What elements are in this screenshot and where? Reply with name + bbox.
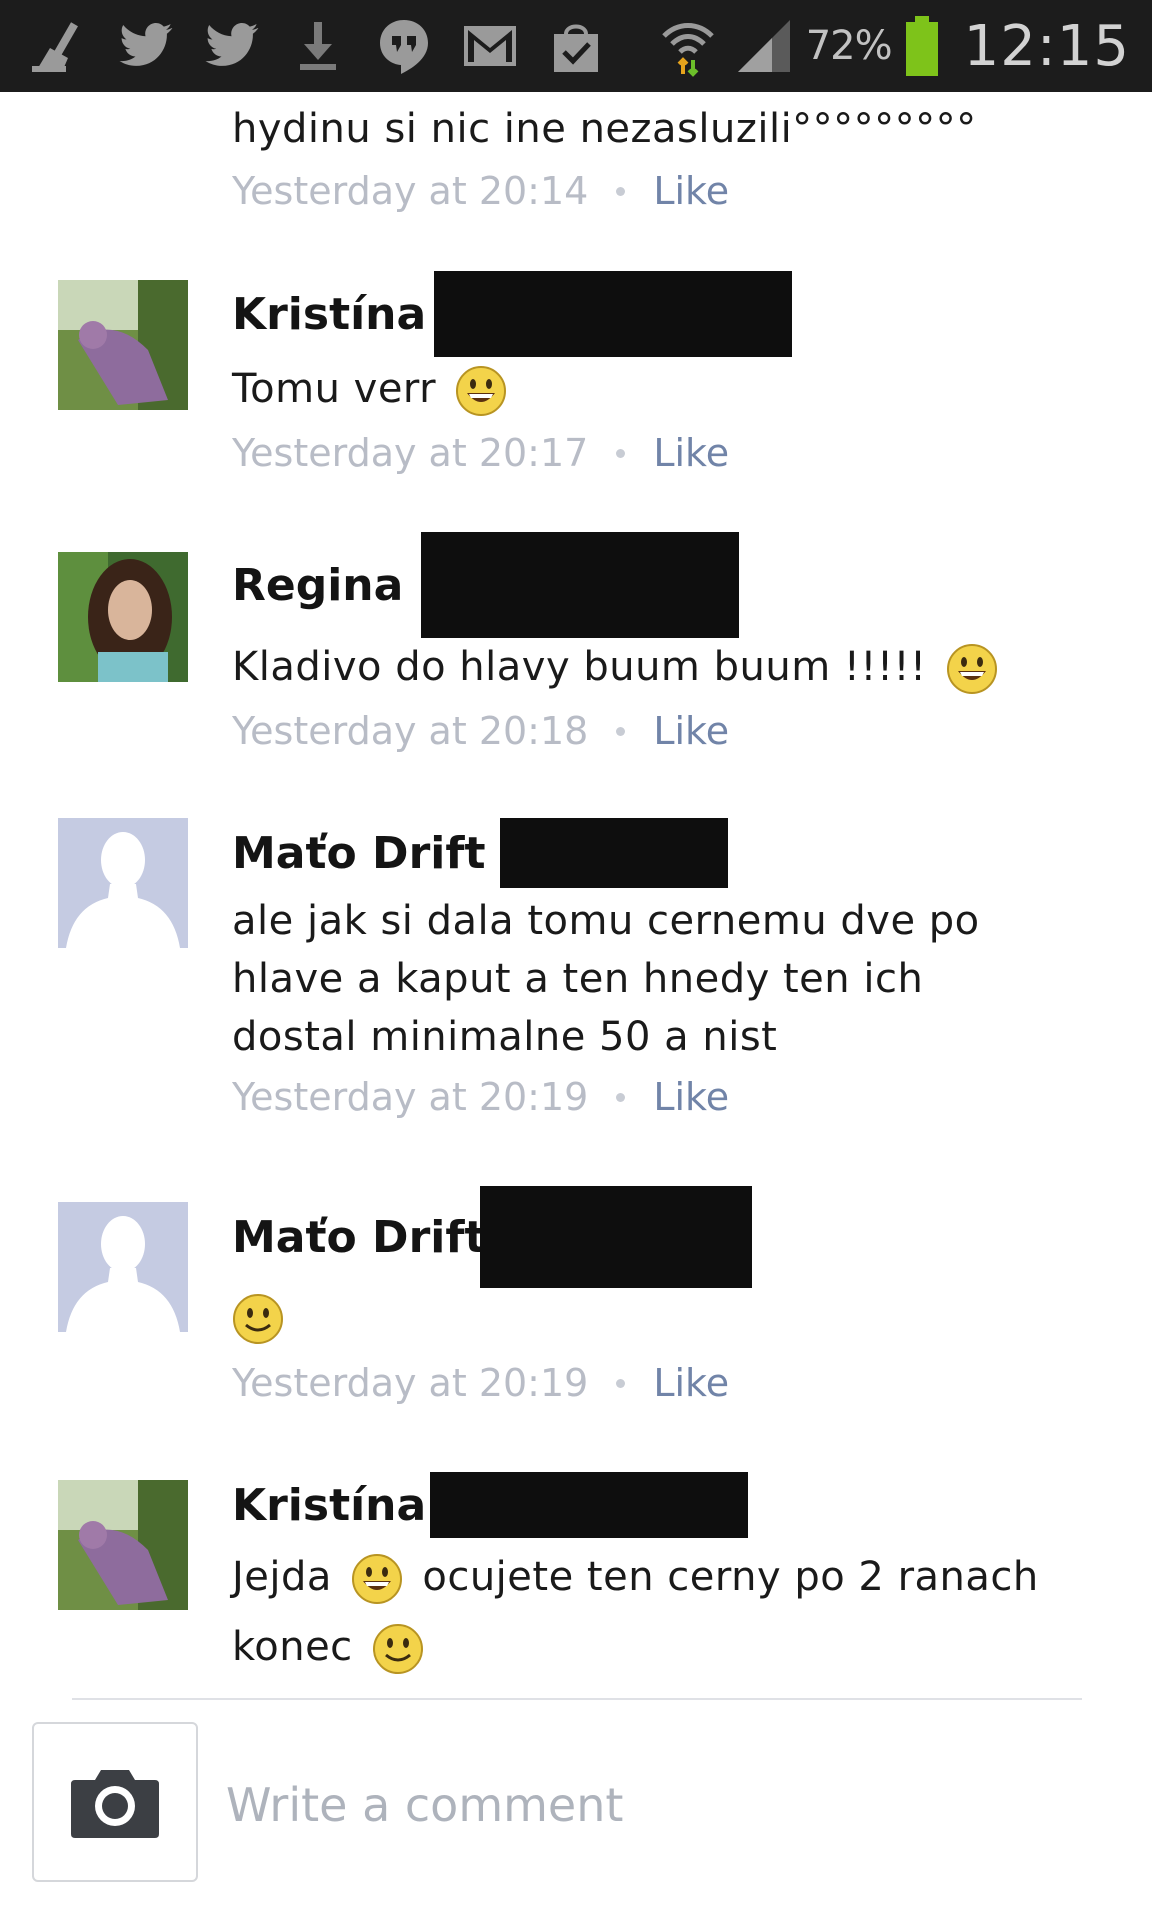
hangouts-icon xyxy=(370,12,438,80)
comment-body: Kristína Jejda ocujete ten cerny po 2 ra… xyxy=(232,1472,1092,1682)
default-avatar[interactable] xyxy=(58,1202,188,1332)
status-bar: 72% 12:15 xyxy=(0,0,1152,92)
comment-text: Jejda ocujete ten cerny po 2 ranach kone… xyxy=(232,1542,1072,1682)
redaction-box xyxy=(430,1472,749,1538)
comment-timestamp: Yesterday at 20:17 xyxy=(232,431,589,475)
grin-emoji-icon xyxy=(351,1553,403,1605)
separator-dot xyxy=(616,186,626,196)
comment-body: Regina Kladivo do hlavy buum buum !!!!! … xyxy=(232,532,1092,762)
like-link[interactable]: Like xyxy=(653,431,729,475)
comment-meta: Yesterday at 20:19 Like xyxy=(232,1066,1092,1128)
commenter-name[interactable]: Kristína xyxy=(232,289,426,340)
composer-divider xyxy=(72,1698,1082,1700)
download-icon xyxy=(284,12,352,80)
camera-icon xyxy=(71,1770,159,1838)
like-link[interactable]: Like xyxy=(653,709,729,753)
separator-dot xyxy=(616,726,626,736)
battery-percent: 72% xyxy=(805,23,893,69)
twitter-icon xyxy=(112,12,180,80)
avatar[interactable] xyxy=(58,1480,188,1610)
comment-text: ale jak si dala tomu cernemu dve po hlav… xyxy=(232,898,980,1060)
broom-icon xyxy=(26,12,94,80)
avatar[interactable] xyxy=(58,280,188,410)
comment-body: Maťo Drift Yesterday at 20:19 Like xyxy=(232,1186,1092,1414)
smile-emoji-icon xyxy=(232,1293,284,1345)
commenter-name[interactable]: Regina xyxy=(232,560,403,611)
comment-timestamp: Yesterday at 20:19 xyxy=(232,1361,589,1405)
grin-emoji-icon xyxy=(946,643,998,695)
like-link[interactable]: Like xyxy=(653,1361,729,1405)
redaction-box xyxy=(479,1186,752,1288)
comment-body: Maťo Drift ale jak si dala tomu cernemu … xyxy=(232,818,1092,1128)
commenter-name[interactable]: Kristína xyxy=(232,1480,426,1531)
comment-meta: Yesterday at 20:14 Like xyxy=(232,160,1092,222)
comment-meta: Yesterday at 20:19 Like xyxy=(232,1352,1092,1414)
clock: 12:15 xyxy=(963,13,1130,79)
shopping-bag-icon xyxy=(542,12,610,80)
like-link[interactable]: Like xyxy=(653,1075,729,1119)
camera-button[interactable] xyxy=(32,1722,198,1882)
comment-text xyxy=(232,1288,1092,1352)
comment-timestamp: Yesterday at 20:18 xyxy=(232,709,589,753)
comment-text: Tomu verr xyxy=(232,360,1092,422)
separator-dot xyxy=(616,1092,626,1102)
wifi-icon xyxy=(654,12,722,80)
comment-body: Kristína Tomu verr Yesterday at 20:17 Li… xyxy=(232,268,1092,484)
commenter-name[interactable]: Maťo Drift xyxy=(232,1212,486,1263)
comment-text: Kladivo do hlavy buum buum !!!!! xyxy=(232,638,1092,700)
comment-text: hydinu si nic ine nezasluzili°°°°°°°°° xyxy=(232,106,977,152)
comment-input[interactable] xyxy=(226,1760,1106,1850)
signal-icon xyxy=(730,12,798,80)
comment-timestamp: Yesterday at 20:19 xyxy=(232,1075,589,1119)
grin-emoji-icon xyxy=(455,365,507,417)
commenter-name[interactable]: Maťo Drift xyxy=(232,828,486,879)
redaction-box xyxy=(421,532,740,638)
redaction-box xyxy=(499,818,728,888)
default-avatar[interactable] xyxy=(58,818,188,948)
battery-icon xyxy=(900,12,944,80)
comment-meta: Yesterday at 20:18 Like xyxy=(232,700,1092,762)
avatar[interactable] xyxy=(58,552,188,682)
comments-panel: hydinu si nic ine nezasluzili°°°°°°°°° Y… xyxy=(0,92,1152,1920)
separator-dot xyxy=(616,1378,626,1388)
redaction-box xyxy=(434,271,793,357)
like-link[interactable]: Like xyxy=(653,169,729,213)
twitter-icon xyxy=(198,12,266,80)
comment-fragment: hydinu si nic ine nezasluzili°°°°°°°°° Y… xyxy=(232,100,1092,222)
smile-emoji-icon xyxy=(372,1623,424,1675)
comment-timestamp: Yesterday at 20:14 xyxy=(232,169,589,213)
separator-dot xyxy=(616,448,626,458)
comment-meta: Yesterday at 20:17 Like xyxy=(232,422,1092,484)
gmail-icon xyxy=(456,12,524,80)
